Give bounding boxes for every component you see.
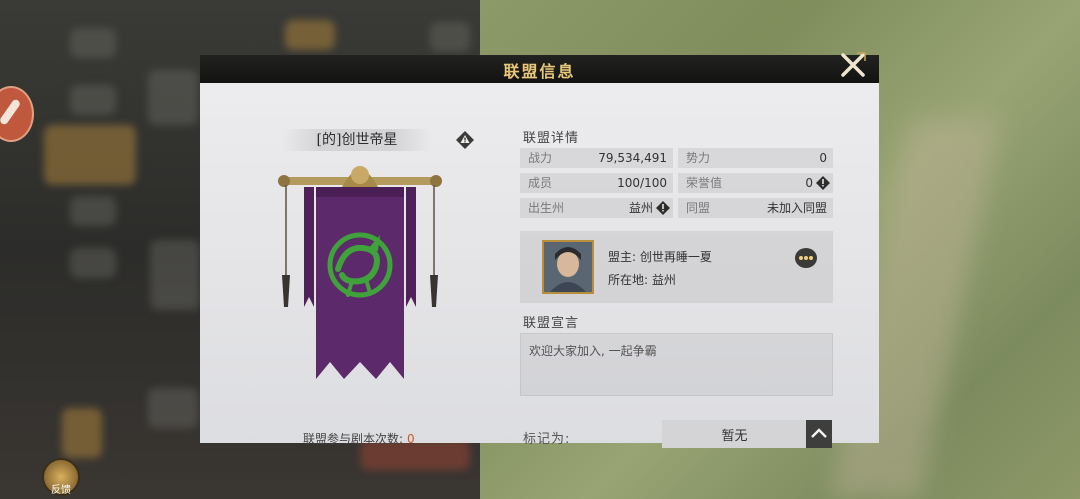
stat-label: 荣誉值 bbox=[686, 176, 723, 190]
stat-members: 成员 100/100 bbox=[520, 173, 673, 193]
bg-menu-item bbox=[70, 196, 116, 226]
more-button[interactable] bbox=[795, 248, 817, 268]
mark-label: 标记为: bbox=[523, 432, 571, 447]
bg-menu-item bbox=[70, 248, 116, 278]
stat-value: 79,534,491 bbox=[598, 151, 667, 165]
alliance-banner bbox=[278, 166, 442, 379]
mark-dropdown[interactable]: 暂无 bbox=[662, 420, 832, 448]
stat-label: 同盟 bbox=[686, 201, 711, 215]
feedback-button[interactable]: 反馈 bbox=[42, 458, 80, 496]
chevron-up-icon bbox=[811, 428, 827, 438]
stat-birth-state: 出生州 益州 bbox=[520, 198, 673, 218]
stat-influence: 势力 0 bbox=[678, 148, 833, 168]
stat-value: 未加入同盟 bbox=[766, 201, 827, 215]
stat-label: 势力 bbox=[686, 151, 711, 165]
scenario-count: 联盟参与剧本次数: 0 bbox=[303, 430, 415, 447]
bg-menu-item bbox=[70, 85, 116, 115]
bg-menu-item bbox=[62, 408, 102, 458]
dialog-title: 联盟信息 bbox=[503, 62, 576, 81]
mark-value: 暂无 bbox=[721, 429, 748, 444]
stat-value: 益州 bbox=[628, 201, 653, 215]
stat-label: 出生州 bbox=[528, 201, 565, 215]
alliance-name: [的]创世帝星 bbox=[282, 129, 432, 151]
bg-menu-item bbox=[70, 28, 116, 58]
leader-name: 盟主: 创世再睡一夏 bbox=[608, 250, 712, 264]
leader-card: 盟主: 创世再睡一夏 所在地: 益州 bbox=[520, 231, 833, 303]
bg-menu-item bbox=[148, 388, 198, 428]
stat-label: 战力 bbox=[528, 151, 553, 165]
info-icon[interactable] bbox=[815, 175, 831, 191]
report-button[interactable] bbox=[455, 130, 475, 150]
bg-menu-item bbox=[285, 20, 335, 50]
leader-location: 所在地: 益州 bbox=[608, 273, 676, 287]
stat-value: 0 bbox=[819, 151, 827, 165]
stat-value: 0 bbox=[805, 176, 813, 190]
details-heading: 联盟详情 bbox=[523, 131, 580, 146]
stat-value: 100/100 bbox=[617, 176, 667, 190]
bg-menu-item bbox=[44, 125, 136, 185]
stat-label: 成员 bbox=[528, 176, 553, 190]
bg-menu-item bbox=[148, 70, 198, 125]
bg-menu-item bbox=[430, 22, 470, 52]
alliance-info-dialog: 联盟信息 [的]创世帝星 联盟参与剧本次数: 0 联盟详情 战力 79,534,… bbox=[200, 52, 879, 448]
stat-alliance-pact: 同盟 未加入同盟 bbox=[678, 198, 833, 218]
declaration-heading: 联盟宣言 bbox=[523, 316, 580, 331]
warning-icon bbox=[456, 131, 474, 149]
info-icon[interactable] bbox=[655, 200, 671, 216]
portrait-icon bbox=[544, 242, 592, 292]
bg-menu-item bbox=[150, 240, 200, 310]
feedback-label: 反馈 bbox=[51, 485, 71, 496]
scenario-count-label: 联盟参与剧本次数: bbox=[303, 432, 404, 446]
close-button[interactable] bbox=[837, 49, 869, 81]
stat-power: 战力 79,534,491 bbox=[520, 148, 673, 168]
dialog-title-bar: 联盟信息 bbox=[200, 55, 879, 84]
scenario-count-value: 0 bbox=[407, 432, 415, 446]
dialog-panel: [的]创世帝星 联盟参与剧本次数: 0 联盟详情 战力 79,534,491 势… bbox=[200, 83, 879, 448]
stat-honor: 荣誉值 0 bbox=[678, 173, 833, 193]
declaration-box: 欢迎大家加入, 一起争霸 bbox=[520, 333, 833, 396]
declaration-text: 欢迎大家加入, 一起争霸 bbox=[529, 344, 657, 358]
leader-avatar[interactable] bbox=[542, 240, 594, 294]
dropdown-toggle[interactable] bbox=[806, 420, 832, 448]
close-icon bbox=[841, 52, 866, 77]
